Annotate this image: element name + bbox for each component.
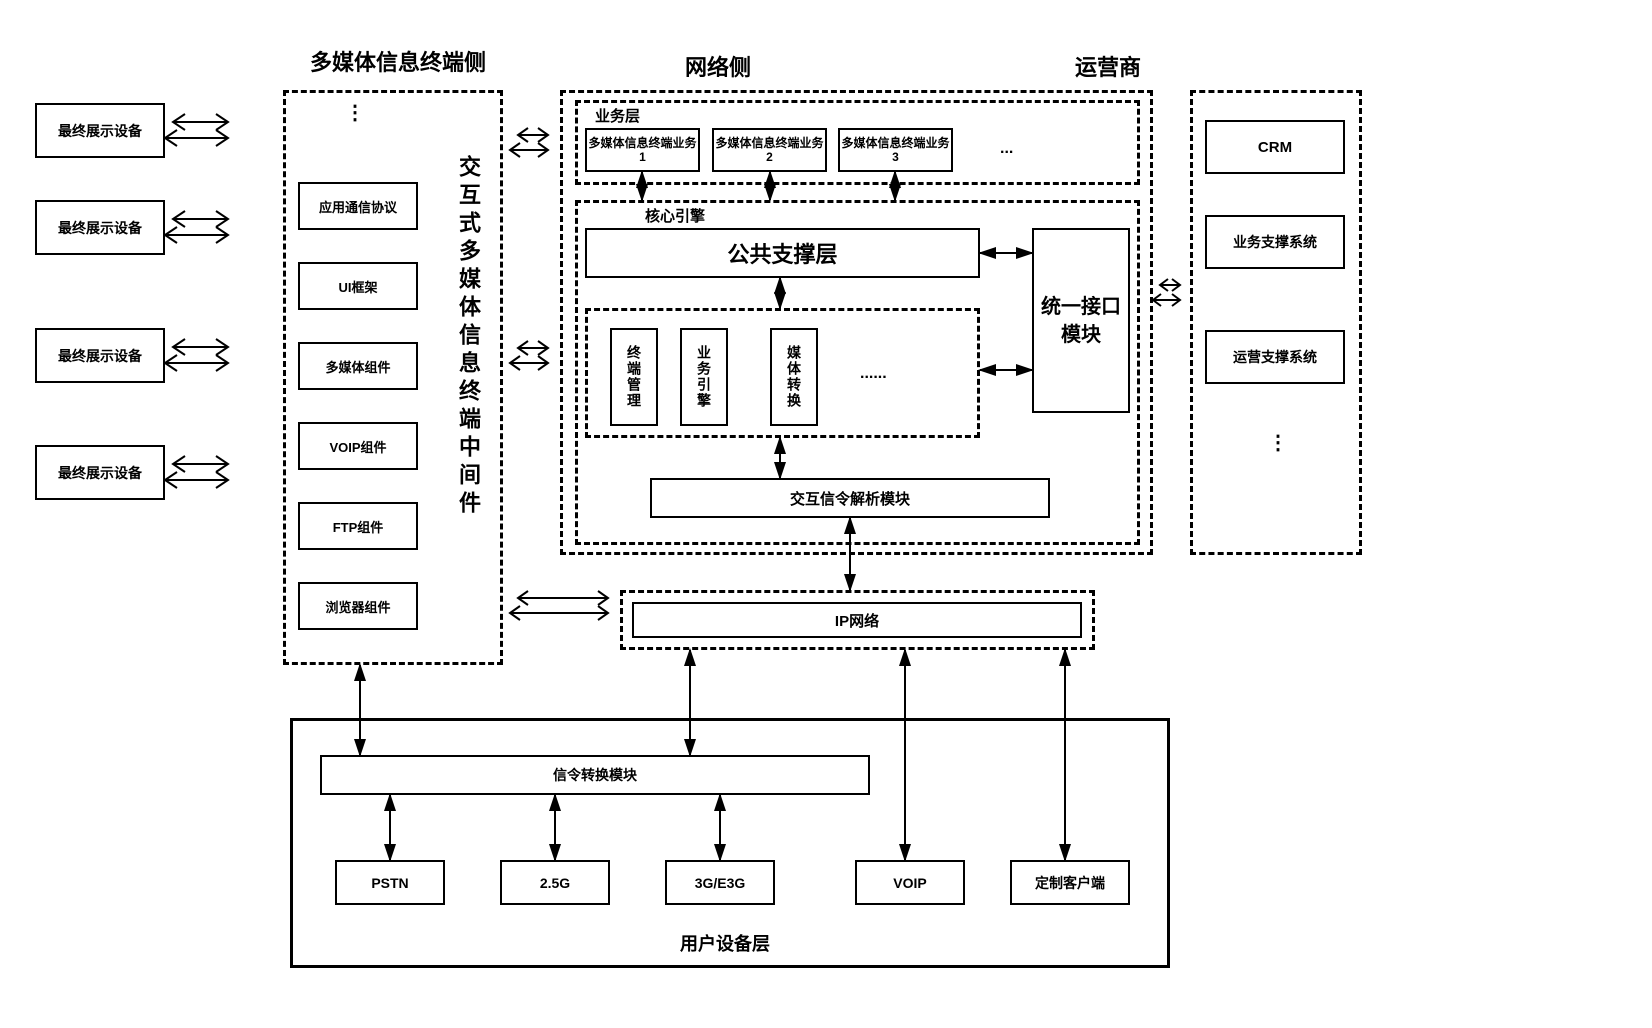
- service-1: 多媒体信息终端业务1: [585, 128, 700, 172]
- operator-ops: 运营支撑系统: [1205, 330, 1345, 384]
- g25: 2.5G: [500, 860, 610, 905]
- service-2: 多媒体信息终端业务2: [712, 128, 827, 172]
- service-engine: 业务引擎: [680, 328, 728, 426]
- ip-network: IP网络: [632, 602, 1082, 638]
- core-engine-label: 核心引擎: [645, 205, 705, 226]
- service-3: 多媒体信息终端业务3: [838, 128, 953, 172]
- title-operator-side: 运营商: [1075, 50, 1141, 82]
- signal-convert-module: 信令转换模块: [320, 755, 870, 795]
- title-terminal-side: 多媒体信息终端侧: [310, 45, 486, 77]
- modules-more: ......: [860, 365, 887, 383]
- voip: VOIP: [855, 860, 965, 905]
- operator-biz: 业务支撑系统: [1205, 215, 1345, 269]
- service-layer-label: 业务层: [595, 105, 640, 126]
- component-ftp: FTP组件: [298, 502, 418, 550]
- display-device-4: 最终展示设备: [35, 445, 165, 500]
- terminal-ellipsis: ⋮: [342, 100, 366, 124]
- middleware-label: 交互式多媒体信息终端中间件: [452, 155, 484, 519]
- user-device-layer-label: 用户设备层: [680, 930, 770, 956]
- component-media: 多媒体组件: [298, 342, 418, 390]
- display-device-1: 最终展示设备: [35, 103, 165, 158]
- pstn: PSTN: [335, 860, 445, 905]
- media-convert: 媒体转换: [770, 328, 818, 426]
- component-browser: 浏览器组件: [298, 582, 418, 630]
- display-device-2: 最终展示设备: [35, 200, 165, 255]
- signal-parse-module: 交互信令解析模块: [650, 478, 1050, 518]
- g3: 3G/E3G: [665, 860, 775, 905]
- service-more: ...: [1000, 140, 1013, 158]
- custom-client: 定制客户端: [1010, 860, 1130, 905]
- unified-interface: 统一接口模块: [1032, 228, 1130, 413]
- operator-ellipsis: ⋮: [1265, 430, 1289, 454]
- component-protocol: 应用通信协议: [298, 182, 418, 230]
- display-device-3: 最终展示设备: [35, 328, 165, 383]
- public-support-layer: 公共支撑层: [585, 228, 980, 278]
- component-voip: VOIP组件: [298, 422, 418, 470]
- title-network-side: 网络侧: [685, 50, 751, 82]
- operator-crm: CRM: [1205, 120, 1345, 174]
- terminal-mgmt: 终端管理: [610, 328, 658, 426]
- component-ui: UI框架: [298, 262, 418, 310]
